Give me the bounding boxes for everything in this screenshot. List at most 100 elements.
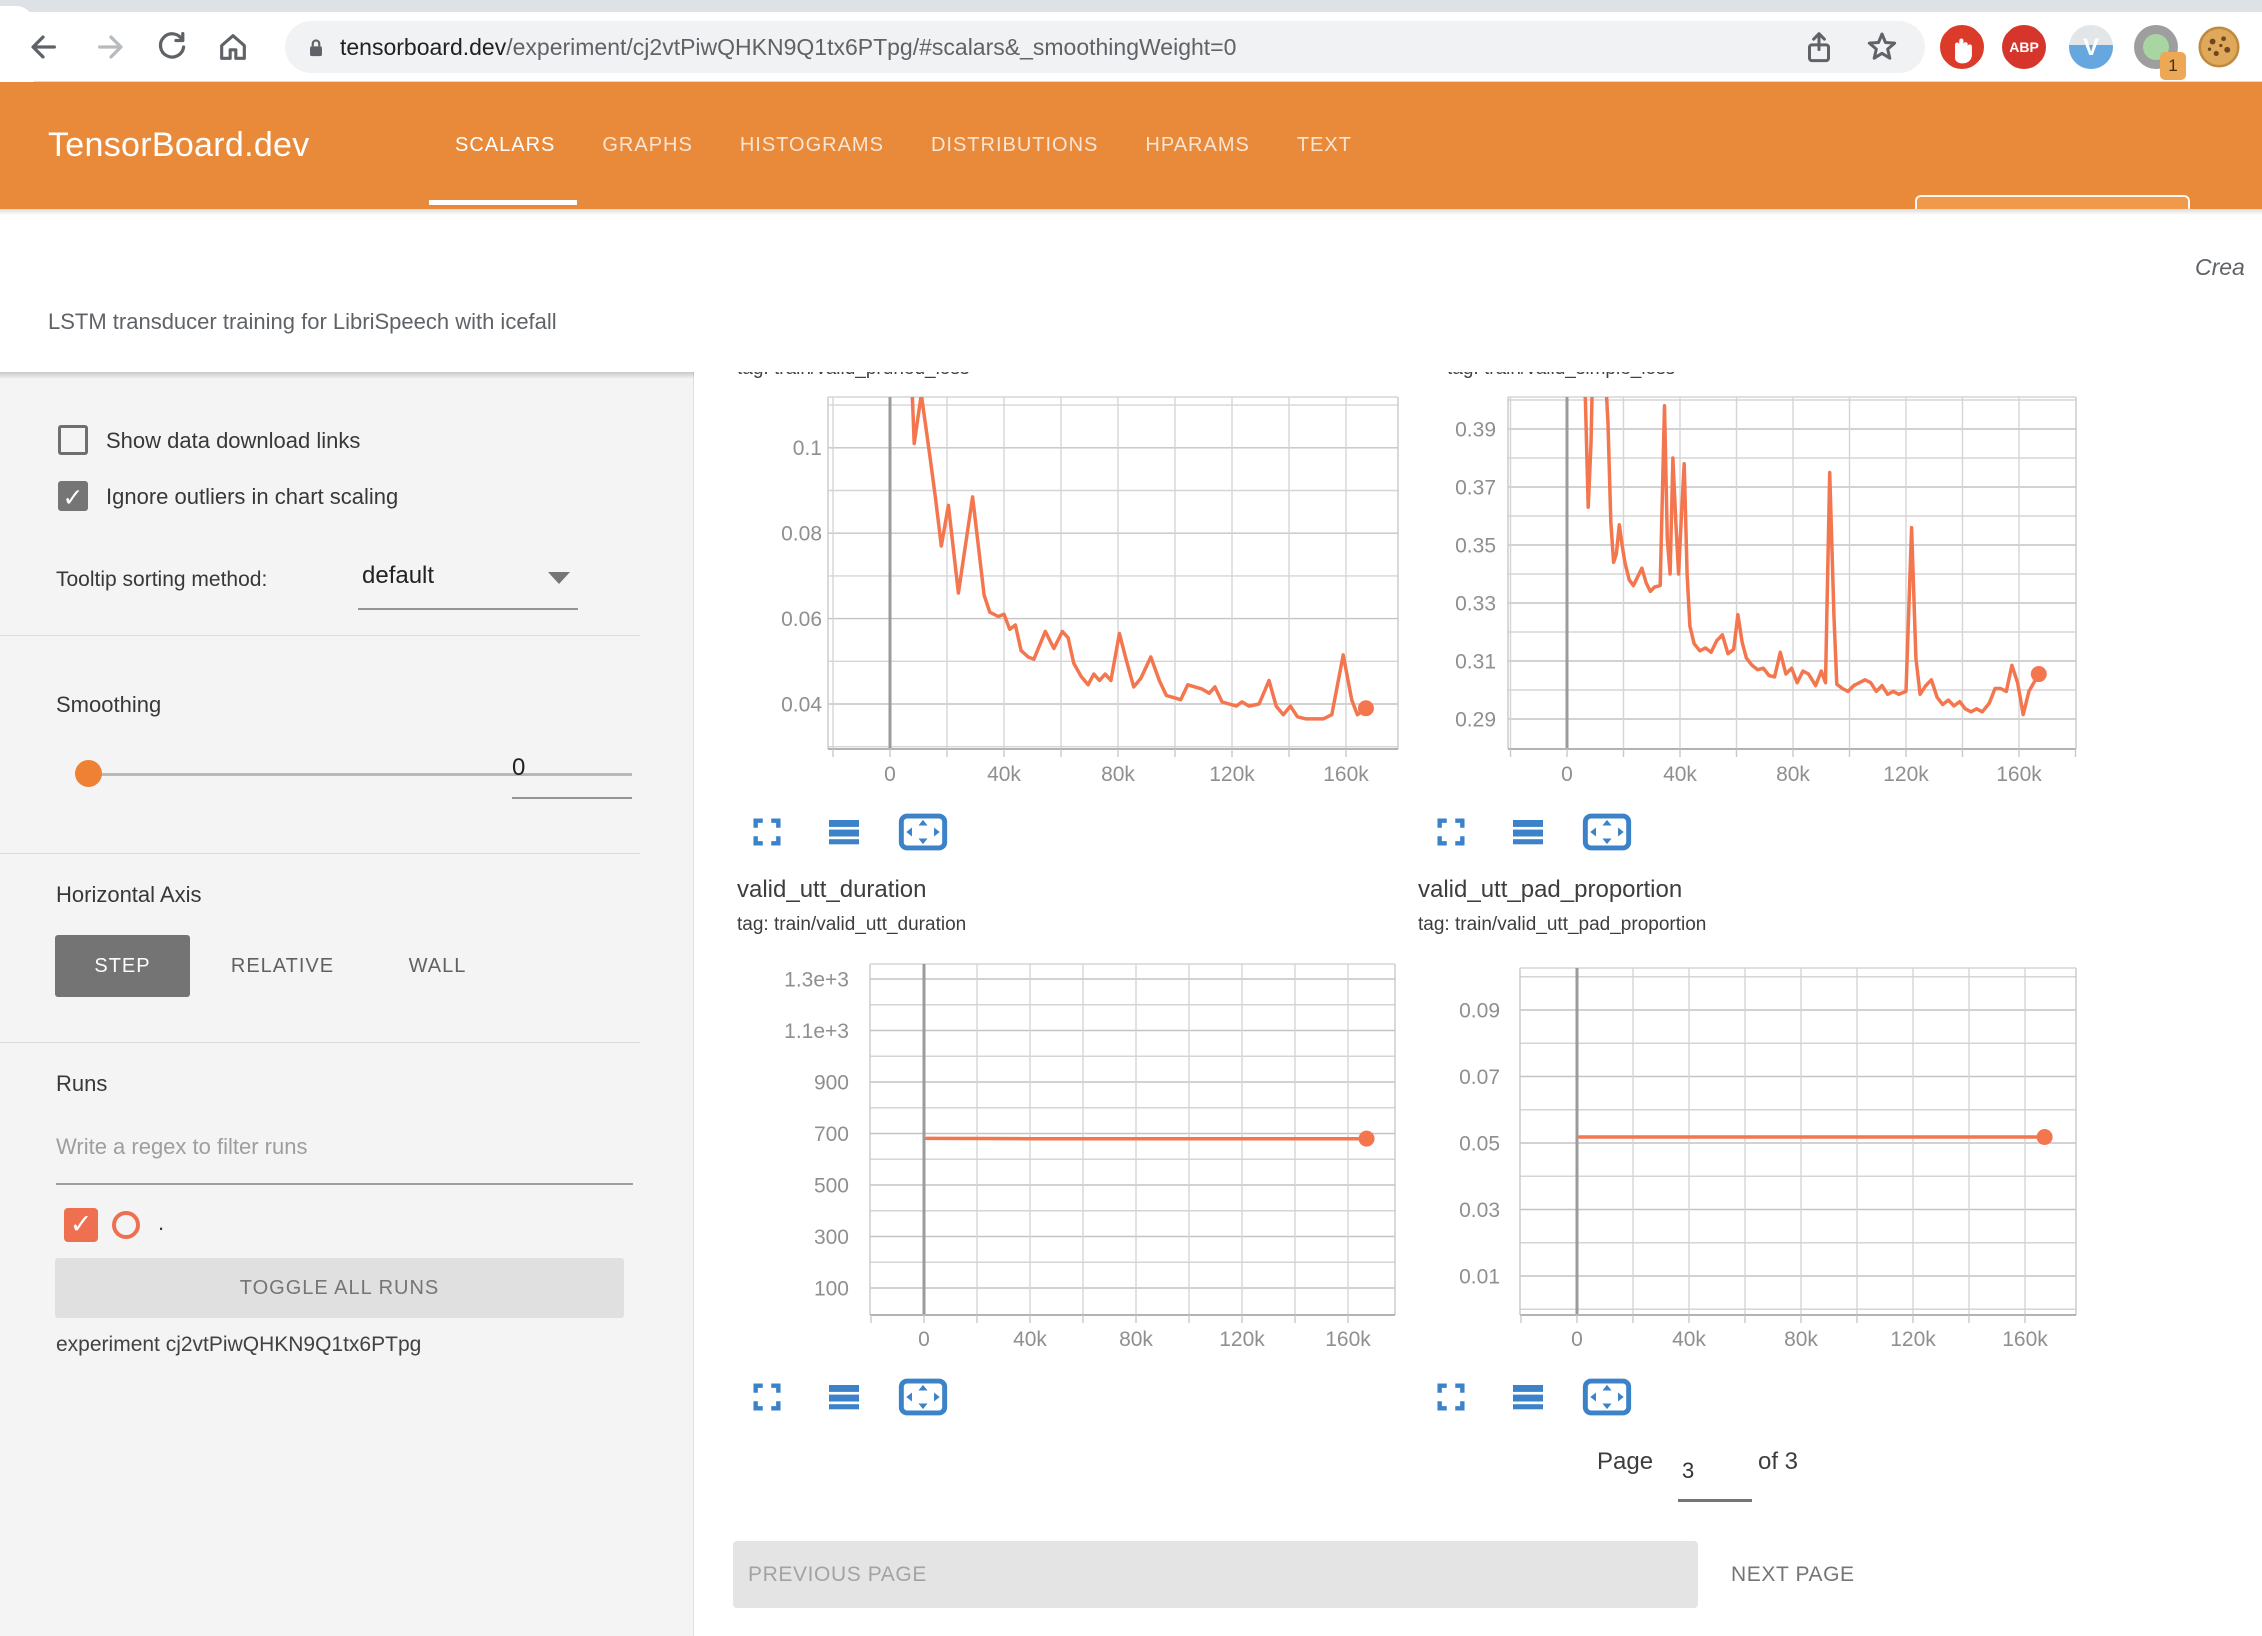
browser-chrome: tensorboard.dev/experiment/cj2vtPiwQHKN9… (0, 0, 2262, 82)
x-tick-label: 160k (2002, 1328, 2048, 1351)
axis-wall-button[interactable]: WALL (375, 935, 500, 997)
smoothing-label: Smoothing (56, 692, 161, 718)
fullscreen-icon[interactable] (1434, 812, 1484, 852)
tooltip-sorting-label: Tooltip sorting method: (56, 568, 267, 592)
lock-icon (303, 33, 329, 63)
tooltip-sorting-underline (358, 608, 578, 610)
fullscreen-icon[interactable] (750, 1377, 800, 1417)
chevron-down-icon[interactable] (548, 572, 570, 584)
chart-plot-svg[interactable]: 0.040.060.080.1040k80k120k160k (700, 372, 1412, 812)
data-table-icon[interactable] (1508, 812, 1558, 852)
last-point-dot[interactable] (1359, 1131, 1375, 1147)
x-tick-label: 0 (1571, 1328, 1583, 1351)
url-text[interactable]: tensorboard.dev/experiment/cj2vtPiwQHKN9… (340, 21, 1236, 73)
ignore-outliers-label: Ignore outliers in chart scaling (106, 484, 398, 510)
last-point-dot[interactable] (2031, 666, 2047, 682)
run-checkbox[interactable]: ✓ (64, 1208, 98, 1242)
y-tick-label: 0.03 (1459, 1199, 1500, 1222)
x-tick-label: 40k (987, 763, 1021, 786)
fit-domain-icon[interactable] (898, 1377, 948, 1417)
show-download-label: Show data download links (106, 428, 360, 454)
back-icon[interactable] (26, 30, 60, 64)
settings-sidebar: Show data download links ✓ Ignore outlie… (0, 372, 694, 1636)
header-shadow (0, 209, 2262, 215)
horizontal-axis-label: Horizontal Axis (56, 882, 202, 908)
v-extension-icon[interactable]: V (2069, 25, 2113, 69)
experiment-id-line: experiment cj2vtPiwQHKN9Q1tx6PTpg (56, 1333, 421, 1357)
experiment-title: LSTM transducer training for LibriSpeech… (48, 309, 557, 335)
chart-title: valid_utt_pad_proportion (1418, 876, 1682, 904)
last-point-dot[interactable] (1358, 700, 1374, 716)
fit-domain-icon[interactable] (898, 812, 948, 852)
abp-icon[interactable]: ABP (2002, 25, 2046, 69)
x-tick-label: 80k (1119, 1328, 1153, 1351)
url-host: tensorboard.dev (340, 34, 506, 60)
y-tick-label: 1.1e+3 (784, 1020, 849, 1043)
page-number-input[interactable] (1674, 1458, 1744, 1484)
tab-text[interactable]: TEXT (1297, 82, 1352, 209)
share-icon[interactable] (1800, 28, 1838, 68)
axis-relative-button[interactable]: RELATIVE (210, 935, 355, 997)
ignore-outliers-checkbox[interactable]: ✓ (58, 481, 88, 511)
experiment-info-bar: Crea LSTM transducer training for LibriS… (0, 209, 2262, 372)
tooltip-sorting-select[interactable]: default (362, 562, 434, 590)
y-tick-label: 0.07 (1459, 1066, 1500, 1089)
runs-filter-input[interactable] (56, 1127, 633, 1167)
run-series (911, 373, 1374, 719)
tab-histograms[interactable]: HISTOGRAMS (740, 82, 884, 209)
smoothing-value-input[interactable] (512, 754, 632, 782)
tab-graphs[interactable]: GRAPHS (602, 82, 692, 209)
run-color-swatch[interactable] (112, 1211, 140, 1239)
fit-domain-icon[interactable] (1582, 1377, 1632, 1417)
cookie-icon[interactable] (2197, 25, 2241, 69)
app-header: TensorBoard.dev SCALARS GRAPHS HISTOGRAM… (0, 82, 2262, 209)
show-download-checkbox[interactable] (58, 425, 88, 455)
y-tick-label: 900 (814, 1071, 849, 1094)
data-table-icon[interactable] (824, 812, 874, 852)
v-extension-letter: V (2069, 25, 2113, 69)
reload-icon[interactable] (155, 30, 189, 64)
data-table-icon[interactable] (1508, 1377, 1558, 1417)
axis-step-button[interactable]: STEP (55, 935, 190, 997)
page-of-label: of 3 (1758, 1448, 1798, 1476)
divider (0, 853, 640, 854)
run-series (1576, 372, 2047, 715)
fullscreen-icon[interactable] (1434, 1377, 1484, 1417)
x-tick-label: 80k (1101, 763, 1135, 786)
smoothing-slider-knob[interactable] (75, 760, 102, 787)
tab-distributions[interactable]: DISTRIBUTIONS (931, 82, 1098, 209)
chart-plot-svg[interactable]: 0.010.030.050.070.09040k80k120k160k (1408, 950, 2108, 1380)
y-tick-label: 0.29 (1455, 708, 1496, 731)
home-icon[interactable] (216, 30, 250, 64)
next-page-button[interactable]: NEXT PAGE (1714, 1541, 1872, 1608)
y-tick-label: 100 (814, 1277, 849, 1300)
forward-icon[interactable] (94, 30, 128, 64)
x-tick-label: 160k (1323, 763, 1369, 786)
last-point-dot[interactable] (2037, 1129, 2053, 1145)
y-tick-label: 0.05 (1459, 1132, 1500, 1155)
x-tick-label: 120k (1890, 1328, 1936, 1351)
toggle-all-runs-button[interactable]: TOGGLE ALL RUNS (55, 1258, 624, 1318)
checkmark-icon: ✓ (63, 484, 84, 512)
x-tick-label: 160k (1996, 763, 2042, 786)
tab-hparams[interactable]: HPARAMS (1145, 82, 1249, 209)
checkmark-icon: ✓ (70, 1209, 93, 1239)
tab-scalars[interactable]: SCALARS (455, 82, 555, 209)
chart-action-row (1434, 1377, 1632, 1417)
y-tick-label: 0.39 (1455, 418, 1496, 441)
y-tick-label: 0.1 (793, 437, 822, 460)
chart-plot-svg[interactable]: 1003005007009001.1e+31.3e+3040k80k120k16… (700, 950, 1412, 1380)
chart-plot-svg[interactable]: 0.290.310.330.350.370.39040k80k120k160k (1408, 372, 2108, 812)
fit-domain-icon[interactable] (1582, 812, 1632, 852)
x-tick-label: 0 (1561, 763, 1573, 786)
adblock-hand-icon[interactable] (1940, 25, 1984, 69)
previous-page-button[interactable]: PREVIOUS PAGE (733, 1541, 1698, 1608)
fullscreen-icon[interactable] (750, 812, 800, 852)
y-tick-label: 0.35 (1455, 534, 1496, 557)
bookmark-star-icon[interactable] (1862, 28, 1902, 68)
data-table-icon[interactable] (824, 1377, 874, 1417)
runs-label: Runs (56, 1071, 107, 1097)
chart-tag: tag: train/valid_utt_pad_proportion (1418, 914, 1706, 936)
x-tick-label: 40k (1663, 763, 1697, 786)
x-tick-label: 80k (1776, 763, 1810, 786)
